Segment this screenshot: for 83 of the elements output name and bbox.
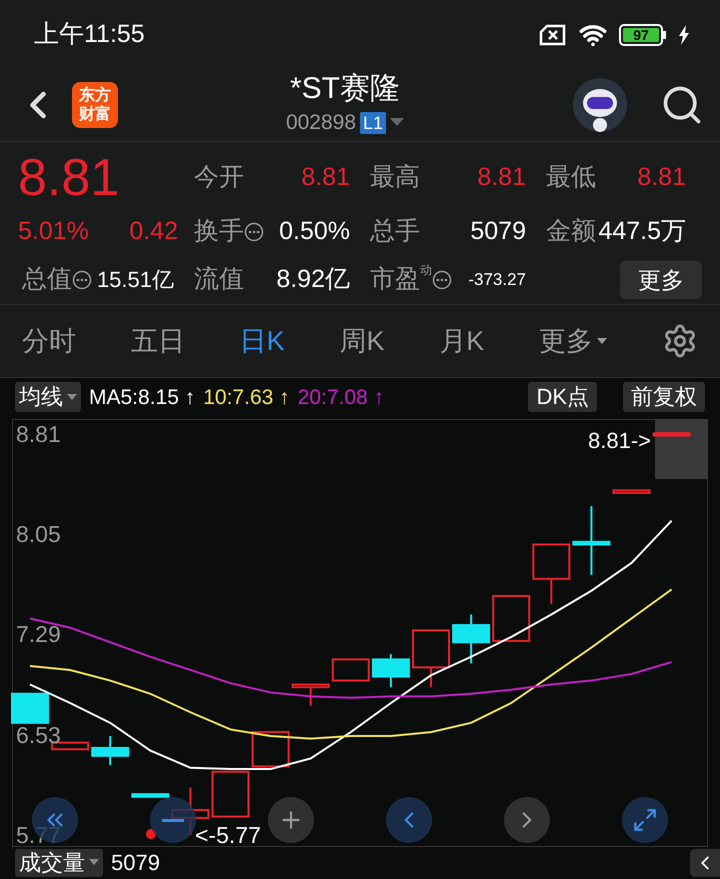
field-value: 15.51亿: [96, 266, 174, 294]
scroll-right-button[interactable]: [504, 797, 550, 844]
robot-avatar-icon[interactable]: [572, 77, 628, 133]
field-value: 5079: [470, 216, 526, 247]
caret-icon: [89, 859, 99, 866]
caret-icon: [67, 394, 77, 401]
field-label: 最低: [546, 162, 596, 193]
fullscreen-button[interactable]: [622, 797, 668, 844]
dropdown-caret-icon[interactable]: [390, 118, 404, 128]
expand-icon: [632, 807, 658, 834]
adjust-button[interactable]: 前复权: [623, 382, 705, 412]
field-label: 今开: [194, 162, 244, 193]
candlestick: [452, 614, 490, 664]
price-axis-label: 5.77: [16, 822, 61, 848]
change-percent: 5.01%: [18, 216, 89, 247]
volume-value: 5079: [111, 849, 160, 877]
candlestick: [492, 595, 530, 642]
candlestick: [212, 770, 250, 818]
chart-tab[interactable]: 日K: [240, 321, 285, 362]
field-value: 8.81: [637, 162, 686, 193]
dk-point-button[interactable]: DK点: [528, 382, 597, 412]
candlestick: [131, 793, 170, 798]
zoom-out-button[interactable]: [150, 797, 196, 844]
stock-name: *ST赛隆: [290, 71, 400, 108]
volume-selector[interactable]: 成交量: [15, 848, 103, 876]
chart-tab[interactable]: 更多: [539, 321, 608, 362]
field-label: 金额: [546, 216, 596, 247]
status-time: 上午11:55: [34, 18, 145, 50]
last-price-label: 8.81->: [588, 427, 651, 456]
field-label: 总值: [22, 264, 72, 295]
charging-icon: [678, 24, 690, 45]
indicator-selector[interactable]: 均线: [15, 382, 81, 412]
candlestick: [91, 736, 130, 766]
current-price: 8.81: [18, 148, 120, 208]
chart-tab[interactable]: 五日: [130, 321, 185, 362]
level-badge: L1: [360, 112, 386, 134]
more-button[interactable]: 更多: [620, 260, 702, 299]
field-value: -373.27: [468, 268, 526, 291]
candlestick: [372, 654, 410, 688]
field-label: 流值: [194, 264, 244, 295]
price-axis-label: 8.81: [16, 420, 61, 447]
field-label: 市盈: [370, 264, 420, 295]
zoom-in-button[interactable]: [268, 797, 314, 844]
candlestick: [51, 742, 90, 750]
candlestick: [652, 432, 691, 437]
field-value: 447.5万: [598, 216, 686, 247]
field-label: 最高: [370, 162, 420, 193]
price-axis-label: 6.53: [16, 722, 61, 748]
info-icon[interactable]: [72, 270, 92, 290]
candlestick: [292, 684, 330, 706]
change-amount: 0.42: [129, 216, 178, 247]
field-superscript: 动: [420, 262, 432, 279]
candlestick: [252, 731, 290, 768]
battery-level: 97: [633, 28, 649, 42]
candlestick: [412, 629, 450, 688]
stock-code: 002898: [286, 110, 356, 136]
chart-tab[interactable]: 周K: [339, 321, 384, 362]
collapse-button[interactable]: [690, 848, 720, 876]
field-value: 0.50%: [279, 216, 350, 247]
minus-icon: [162, 818, 184, 822]
moving-average-value: MA5:8.15 ↑: [89, 384, 196, 411]
moving-average-value: 20:7.08 ↑: [298, 384, 384, 411]
info-icon[interactable]: [244, 222, 264, 242]
candlestick: [612, 489, 650, 494]
chart-tab[interactable]: 月K: [439, 321, 484, 362]
candlestick: [11, 692, 49, 724]
field-value: 8.92亿: [276, 264, 350, 295]
chart-tab[interactable]: 分时: [22, 321, 76, 362]
candlestick: [572, 506, 610, 575]
candlestick: [332, 658, 370, 682]
field-value: 8.81: [301, 162, 350, 193]
field-label: 换手: [194, 216, 244, 247]
low-price-label: <-5.77: [195, 821, 261, 850]
no-sim-icon: [539, 24, 567, 46]
price-axis-label: 8.05: [16, 521, 61, 548]
app-logo: 东方财富: [72, 82, 118, 128]
moving-average-value: 10:7.63 ↑: [203, 384, 290, 411]
info-icon[interactable]: [432, 270, 452, 290]
scroll-left-button[interactable]: [386, 797, 432, 844]
field-label: 总手: [370, 216, 420, 247]
price-axis-label: 7.29: [16, 621, 61, 648]
field-value: 8.81: [477, 162, 526, 193]
candlestick: [532, 544, 570, 604]
